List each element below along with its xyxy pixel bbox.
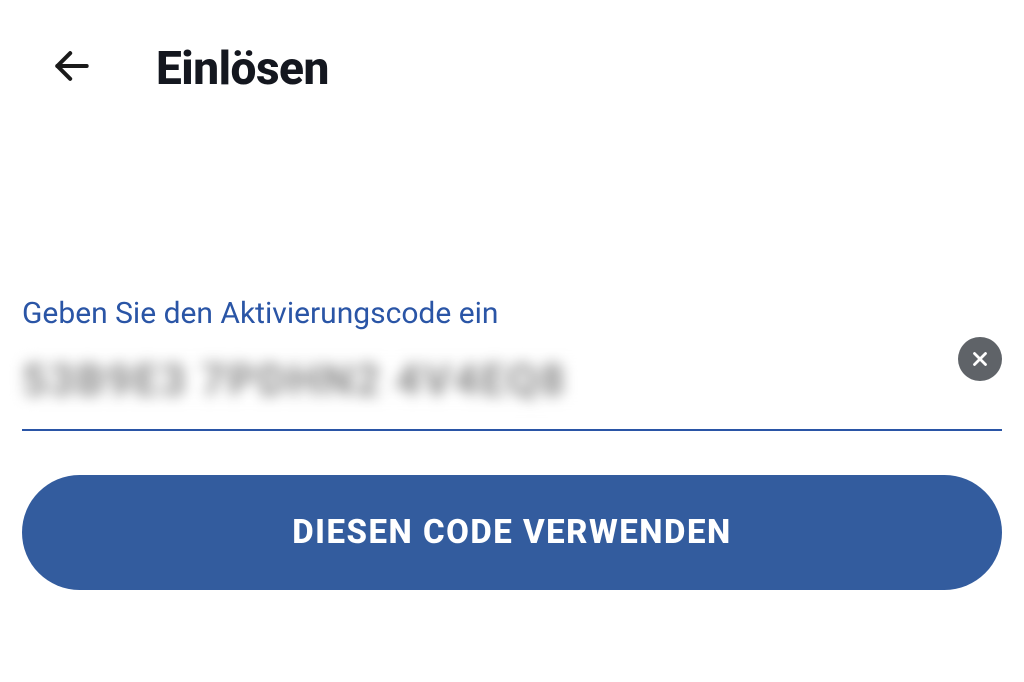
page-title: Einlösen: [156, 42, 329, 96]
form-section: Geben Sie den Aktivierungscode ein DIESE…: [0, 116, 1024, 590]
activation-code-label: Geben Sie den Aktivierungscode ein: [22, 296, 1002, 331]
back-arrow-icon[interactable]: [50, 44, 94, 95]
input-row: [22, 349, 1002, 431]
use-code-button[interactable]: DIESEN CODE VERWENDEN: [22, 475, 1002, 590]
clear-input-icon[interactable]: [958, 337, 1002, 381]
activation-code-input[interactable]: [22, 354, 942, 406]
header: Einlösen: [0, 0, 1024, 116]
